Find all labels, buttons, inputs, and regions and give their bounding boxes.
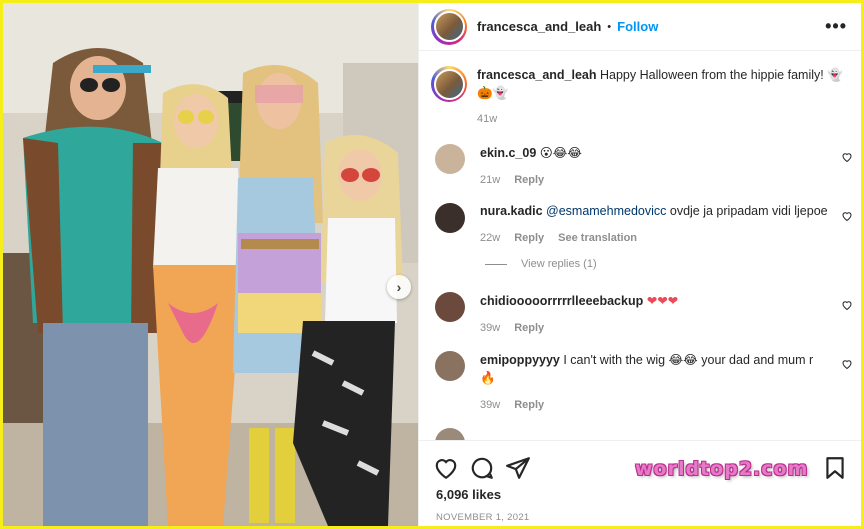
comment-emoji-2: 🔥 [480, 370, 496, 385]
comment-avatar[interactable] [435, 351, 465, 381]
separator-dot: • [607, 20, 612, 33]
heart-icon[interactable] [841, 210, 853, 222]
comment-username[interactable]: ekin.c_09 [480, 146, 536, 160]
comment-meta: 39w Reply [480, 397, 835, 414]
heart-icon[interactable] [841, 358, 853, 370]
comment-avatar[interactable] [435, 203, 465, 233]
comment-time: 39w [480, 399, 501, 411]
comment-avatar[interactable] [435, 144, 465, 174]
caption-username[interactable]: francesca_and_leah [477, 68, 597, 82]
heart-icon[interactable] [433, 455, 459, 481]
comment-username[interactable]: nura.kadic [480, 204, 543, 218]
reply-button[interactable]: Reply [514, 320, 544, 337]
comment-emoji: 😮😂😂 [539, 145, 583, 160]
comment-meta: 21w Reply [480, 172, 835, 189]
more-icon[interactable]: ••• [825, 16, 847, 37]
comment-time: 22w [480, 232, 501, 244]
comment-body: ekin.c_09 😮😂😂 21w Reply [480, 144, 835, 189]
follow-button[interactable]: Follow [617, 19, 658, 34]
post-side-panel: francesca_and_leah • Follow ••• francesc… [418, 3, 861, 526]
comments-section[interactable]: francesca_and_leah Happy Halloween from … [419, 52, 861, 440]
next-photo-button[interactable]: › [387, 275, 411, 299]
comment-icon[interactable] [469, 455, 495, 481]
likes-count[interactable]: 6,096 likes [419, 487, 861, 502]
comment-avatar[interactable] [435, 292, 465, 322]
reply-button[interactable]: Reply [514, 172, 544, 189]
author-username[interactable]: francesca_and_leah [477, 19, 601, 34]
comment-emoji: ❤❤❤ [646, 293, 679, 308]
caption-text: Happy Halloween from the hippie family! [600, 68, 824, 82]
caption-body: francesca_and_leah Happy Halloween from … [477, 66, 847, 138]
watermark: worldtop2.com [635, 458, 809, 480]
comment-meta: 39w Reply [480, 320, 835, 337]
author-avatar[interactable] [431, 8, 467, 45]
see-translation-button[interactable]: See translation [558, 230, 637, 247]
comment-item-partial [431, 428, 855, 440]
comment-time: 39w [480, 322, 501, 334]
share-icon[interactable] [505, 455, 531, 481]
comment-mention[interactable]: @esmamehmedovicc [546, 204, 666, 218]
reply-button[interactable]: Reply [514, 230, 544, 247]
comment-item: nura.kadic @esmamehmedovicc ovdje ja pri… [431, 203, 855, 247]
comment-item: emipoppyyyy I can't with the wig 😂😂 your… [431, 351, 855, 414]
heart-icon[interactable] [841, 299, 853, 311]
comment-meta: 22w Reply See translation [480, 230, 835, 247]
heart-icon[interactable] [841, 151, 853, 163]
view-replies-label: View replies (1) [521, 258, 597, 270]
post-date: NOVEMBER 1, 2021 [436, 512, 530, 523]
replies-divider [485, 263, 507, 265]
comment-body: emipoppyyyy I can't with the wig 😂😂 your… [480, 351, 835, 414]
comment-avatar[interactable] [435, 428, 465, 440]
action-bar: 6,096 likes NOVEMBER 1, 2021 worldtop2.c… [419, 440, 861, 526]
comment-text: I can't with the wig [559, 353, 669, 367]
comment-body: nura.kadic @esmamehmedovicc ovdje ja pri… [480, 203, 835, 247]
comment-text-2: your dad and mum r [697, 353, 814, 367]
post-photo[interactable]: › [3, 3, 418, 526]
view-replies-button[interactable]: View replies (1) [485, 258, 597, 270]
caption-emoji-1: 👻 [827, 67, 843, 82]
comment-item: ekin.c_09 😮😂😂 21w Reply [431, 144, 855, 189]
comment-emoji: 😂😂 [668, 352, 698, 367]
caption: francesca_and_leah Happy Halloween from … [419, 52, 861, 138]
comment-time: 21w [480, 174, 501, 186]
post-frame: › francesca_and_leah • Follow ••• france… [3, 3, 861, 526]
caption-time: 41w [477, 113, 498, 125]
comment-username[interactable]: chidiooooorrrrrlleeebackup [480, 294, 643, 308]
comment-item: chidiooooorrrrrlleeebackup ❤❤❤ 39w Reply [431, 292, 855, 337]
post-header: francesca_and_leah • Follow ••• [419, 3, 861, 51]
reply-button[interactable]: Reply [514, 397, 544, 414]
caption-avatar[interactable] [431, 66, 467, 102]
caption-emoji-2: 🎃👻 [477, 85, 509, 100]
comment-body: chidiooooorrrrrlleeebackup ❤❤❤ 39w Reply [480, 292, 835, 337]
comment-text: ovdje ja pripadam vidi ljepoe [666, 204, 828, 218]
comment-username[interactable]: emipoppyyyy [480, 353, 560, 367]
bookmark-icon[interactable] [822, 455, 848, 481]
